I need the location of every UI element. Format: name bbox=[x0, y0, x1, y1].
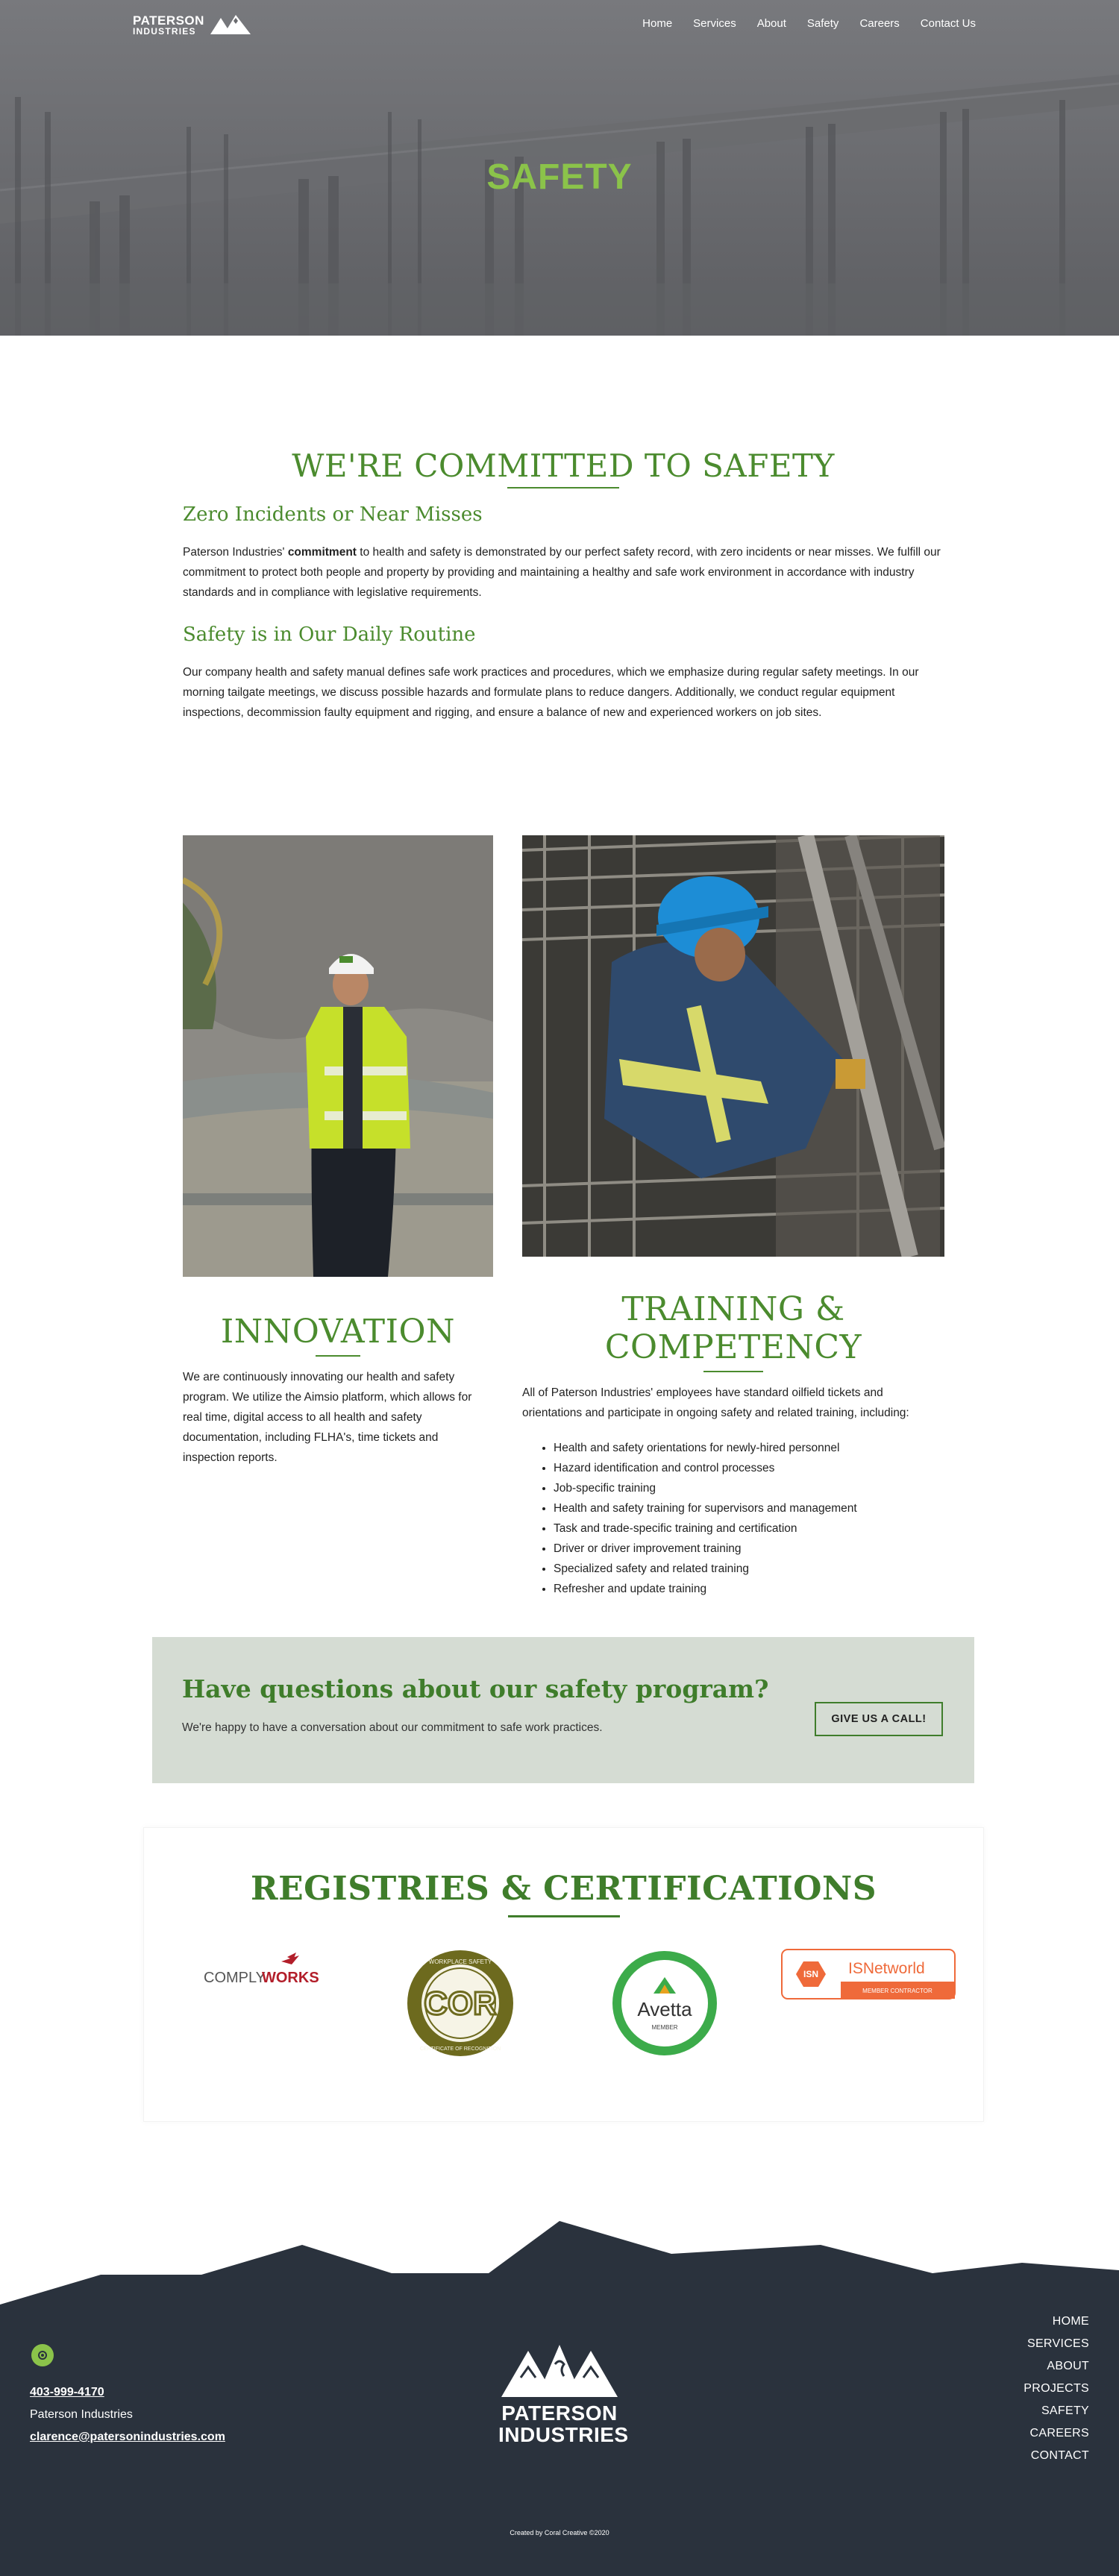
avetta-member-logo: Avetta MEMBER bbox=[610, 1949, 719, 2058]
footer-nav-careers[interactable]: CAREERS bbox=[1024, 2422, 1089, 2445]
zero-incidents-heading: Zero Incidents or Near Misses bbox=[183, 503, 483, 526]
mountain-logo-icon bbox=[501, 2345, 618, 2397]
innovation-section: INNOVATION We are continuously innovatin… bbox=[183, 1313, 493, 1468]
footer-nav-safety[interactable]: SAFETY bbox=[1024, 2400, 1089, 2422]
hero-banner: PATERSON INDUSTRIES Home Services About … bbox=[0, 0, 1119, 336]
list-item: Specialized safety and related training bbox=[554, 1559, 944, 1579]
svg-text:MEMBER CONTRACTOR: MEMBER CONTRACTOR bbox=[862, 1988, 932, 1994]
innovation-text: We are continuously innovating our healt… bbox=[183, 1371, 472, 1464]
innovation-underline bbox=[316, 1355, 360, 1357]
nav-contact[interactable]: Contact Us bbox=[921, 17, 976, 30]
cta-title: Have questions about our safety program? bbox=[182, 1674, 769, 1703]
logo-wordmark: PATERSON INDUSTRIES bbox=[133, 13, 204, 37]
svg-text:Avetta: Avetta bbox=[637, 1998, 692, 2020]
isnetworld-logo: ISN ISNetworld MEMBER CONTRACTOR bbox=[781, 1949, 956, 1999]
nav-home[interactable]: Home bbox=[642, 17, 672, 30]
daily-routine-heading: Safety is in Our Daily Routine bbox=[183, 623, 476, 646]
registries-title: REGISTRIES & CERTIFICATIONS bbox=[251, 1870, 877, 1908]
footer-phone-link[interactable]: 403-999-4170 bbox=[30, 2381, 225, 2404]
list-item: Health and safety training for superviso… bbox=[554, 1498, 944, 1518]
give-us-a-call-button[interactable]: GIVE US A CALL! bbox=[815, 1702, 943, 1736]
training-section: TRAINING & COMPETENCY All of Paterson In… bbox=[522, 1290, 944, 1599]
footer-nav-projects[interactable]: PROJECTS bbox=[1024, 2378, 1089, 2400]
list-item: Job-specific training bbox=[554, 1478, 944, 1498]
training-list: Health and safety orientations for newly… bbox=[554, 1438, 944, 1599]
hero-title: SAFETY bbox=[486, 157, 633, 197]
list-item: Refresher and update training bbox=[554, 1579, 944, 1599]
training-title: TRAINING & COMPETENCY bbox=[604, 1290, 862, 1366]
innovation-title: INNOVATION bbox=[220, 1313, 456, 1351]
worker-photo-grating bbox=[522, 835, 944, 1257]
svg-text:WORKS: WORKS bbox=[262, 1970, 319, 1986]
list-item: Health and safety orientations for newly… bbox=[554, 1438, 944, 1458]
footer-logo-line2: INDUSTRIES bbox=[498, 2423, 629, 2446]
commitment-title: WE'RE COMMITTED TO SAFETY bbox=[292, 447, 835, 484]
training-intro: All of Paterson Industries' employees ha… bbox=[522, 1386, 909, 1419]
header-logo[interactable]: PATERSON INDUSTRIES bbox=[133, 13, 252, 36]
svg-text:ISNetworld: ISNetworld bbox=[848, 1960, 925, 1977]
list-item: Task and trade-specific training and cer… bbox=[554, 1518, 944, 1539]
main-nav: Home Services About Safety Careers Conta… bbox=[642, 17, 976, 30]
nav-about[interactable]: About bbox=[757, 17, 786, 30]
complyworks-logo: COMPLY WORKS bbox=[199, 1951, 319, 1996]
footer-contact: 403-999-4170 Paterson Industries clarenc… bbox=[30, 2381, 225, 2448]
commitment-section: WE'RE COMMITTED TO SAFETY Zero Incidents… bbox=[183, 447, 944, 723]
list-item: Driver or driver improvement training bbox=[554, 1539, 944, 1559]
cor-certificate-logo: COR WORKPLACE SAFETY CERTIFICATE OF RECO… bbox=[406, 1949, 515, 2058]
registries-underline bbox=[507, 1915, 620, 1917]
nav-services[interactable]: Services bbox=[693, 17, 736, 30]
svg-text:COR: COR bbox=[424, 1985, 497, 2022]
footer-credit: Created by Coral Creative ©2020 bbox=[510, 2529, 609, 2536]
title-underline bbox=[507, 487, 619, 489]
training-underline bbox=[703, 1371, 763, 1372]
footer-logo[interactable]: PATERSON INDUSTRIES bbox=[498, 2342, 629, 2446]
commitment-paragraph: Paterson Industries' commitment to healt… bbox=[183, 546, 941, 599]
location-pin-icon[interactable] bbox=[31, 2344, 54, 2366]
cta-subtitle: We're happy to have a conversation about… bbox=[182, 1721, 603, 1734]
mountain-logo-icon bbox=[210, 15, 251, 34]
footer-nav-about[interactable]: ABOUT bbox=[1024, 2355, 1089, 2378]
svg-text:MEMBER: MEMBER bbox=[651, 2024, 677, 2031]
svg-text:CERTIFICATE OF RECOGNITION: CERTIFICATE OF RECOGNITION bbox=[420, 2046, 501, 2052]
list-item: Hazard identification and control proces… bbox=[554, 1458, 944, 1478]
registries-section: REGISTRIES & CERTIFICATIONS COMPLY WORKS… bbox=[143, 1827, 984, 2122]
footer-nav-contact[interactable]: CONTACT bbox=[1024, 2445, 1089, 2467]
daily-routine-paragraph: Our company health and safety manual def… bbox=[183, 666, 919, 719]
nav-careers[interactable]: Careers bbox=[859, 17, 899, 30]
worker-photo-vest bbox=[183, 835, 493, 1277]
footer-company-name: Paterson Industries bbox=[30, 2408, 133, 2421]
footer-logo-line1: PATERSON bbox=[501, 2401, 618, 2425]
footer-nav: HOME SERVICES ABOUT PROJECTS SAFETY CARE… bbox=[1024, 2310, 1089, 2467]
footer-nav-services[interactable]: SERVICES bbox=[1024, 2333, 1089, 2355]
svg-text:COMPLY: COMPLY bbox=[204, 1970, 266, 1986]
svg-text:WORKPLACE SAFETY: WORKPLACE SAFETY bbox=[429, 1958, 492, 1965]
footer-nav-home[interactable]: HOME bbox=[1024, 2310, 1089, 2333]
footer-email-link[interactable]: clarence@patersonindustries.com bbox=[30, 2426, 225, 2448]
svg-text:ISN: ISN bbox=[803, 1969, 818, 1979]
cta-banner: Have questions about our safety program?… bbox=[152, 1637, 974, 1783]
nav-safety[interactable]: Safety bbox=[807, 17, 839, 30]
